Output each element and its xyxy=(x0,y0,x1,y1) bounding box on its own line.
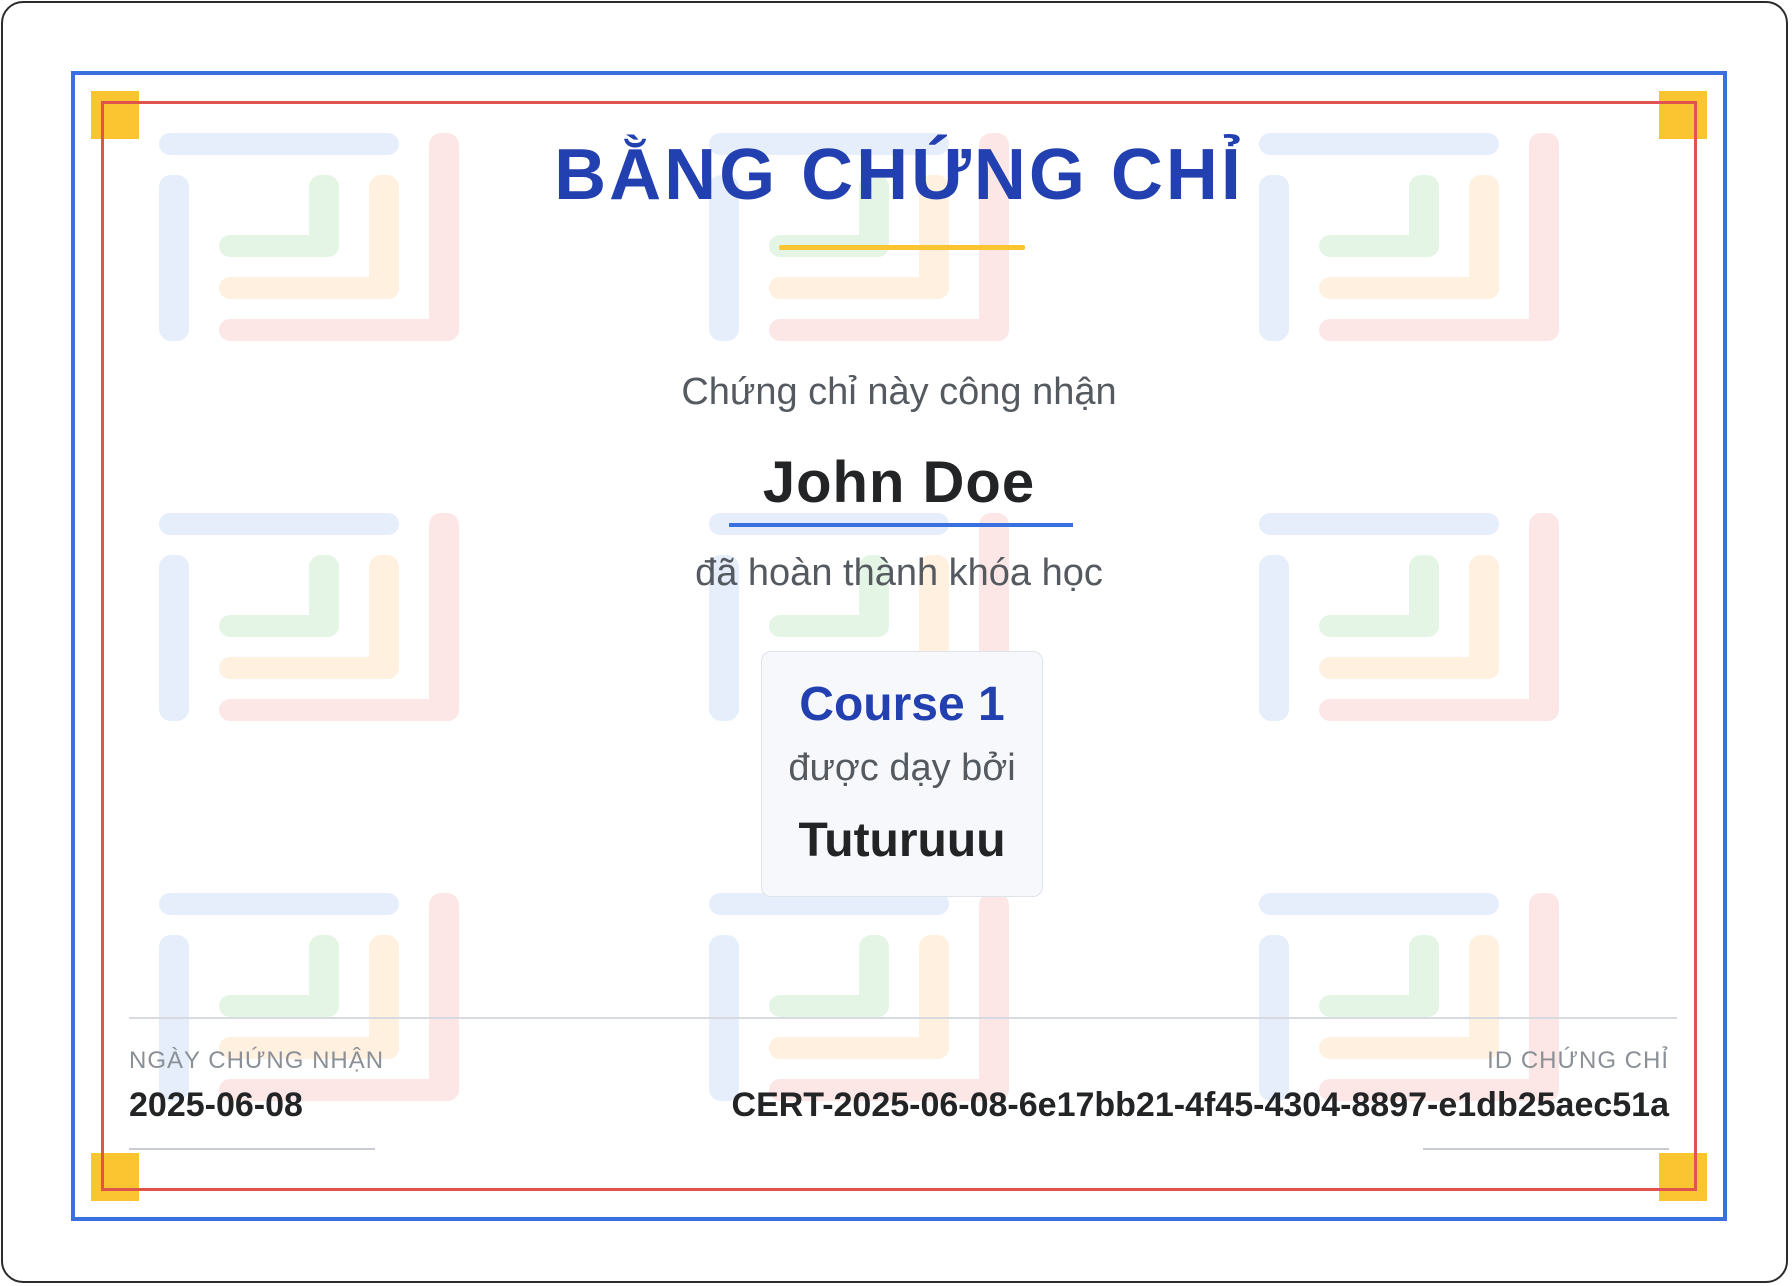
date-signature-line xyxy=(129,1148,375,1150)
certificate-id-value: CERT-2025-06-08-6e17bb21-4f45-4304-8897-… xyxy=(731,1086,1669,1124)
recipient-name: John Doe xyxy=(762,450,1036,515)
recipient-name-underline xyxy=(729,523,1073,527)
date-label: NGÀY CHỨNG NHẬN xyxy=(129,1047,385,1074)
instructor-name: Tuturuuu xyxy=(798,814,1006,867)
id-signature-line xyxy=(1423,1148,1669,1150)
recognition-text: Chứng chỉ này công nhận xyxy=(681,371,1117,413)
title-underline xyxy=(779,245,1025,250)
certificate-title: BẰNG CHỨNG CHỈ xyxy=(554,135,1244,215)
certificate-id-label: ID CHỨNG CHỈ xyxy=(1487,1047,1669,1074)
window-frame: BẰNG CHỨNG CHỈ Chứng chỉ này công nhận J… xyxy=(1,1,1788,1283)
certificate-content: BẰNG CHỨNG CHỈ Chứng chỉ này công nhận J… xyxy=(75,75,1723,1217)
course-name: Course 1 xyxy=(799,678,1005,731)
completion-text: đã hoàn thành khóa học xyxy=(695,552,1103,594)
date-value: 2025-06-08 xyxy=(129,1086,303,1124)
footer-divider xyxy=(129,1017,1677,1019)
certificate: BẰNG CHỨNG CHỈ Chứng chỉ này công nhận J… xyxy=(71,71,1727,1221)
course-card: Course 1 được dạy bởi Tuturuuu xyxy=(761,651,1043,897)
taught-by-text: được dạy bởi xyxy=(788,747,1016,789)
